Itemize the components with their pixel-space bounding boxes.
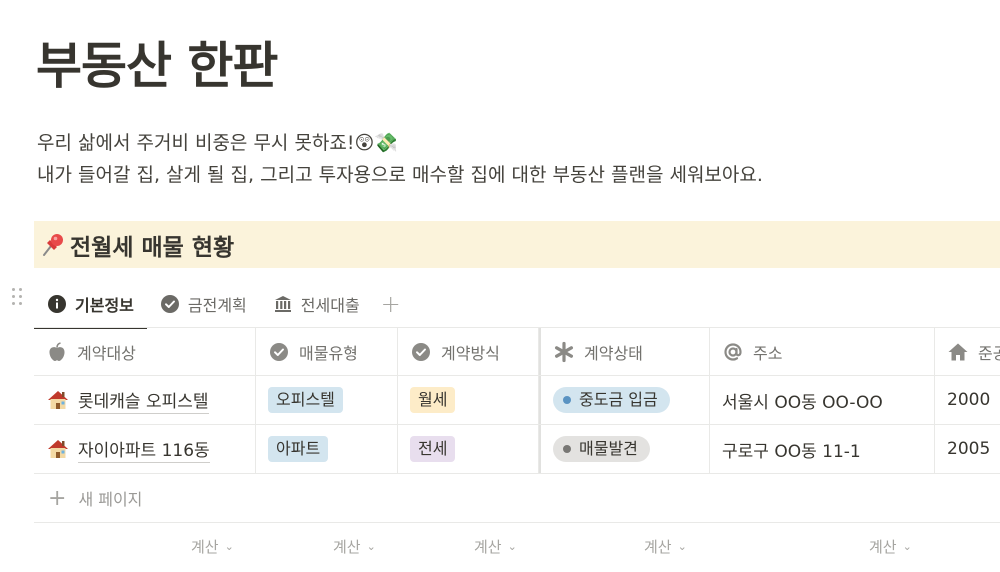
address-text: 서울시 OO동 OO-OO [722,392,883,413]
table-row[interactable]: 자이아파트 116동 아파트 전세 매물발견 구로구 OO동 11-1 2005 [34,424,1000,473]
column-label: 주소 [753,343,783,363]
chevron-down-icon: ⌄ [224,540,234,553]
plus-icon: + [48,485,67,511]
at-icon [722,341,744,363]
add-view-button[interactable]: + [373,280,409,328]
calc-target-button[interactable]: 계산 ⌄ [191,536,234,557]
calc-label: 계산 [644,538,672,556]
calc-type-button[interactable]: 계산 ⌄ [333,536,376,557]
row-title-cell[interactable]: 자이아파트 116동 [34,425,256,473]
tab-money-plan[interactable]: 금전계획 [147,280,260,328]
method-cell[interactable]: 전세 [398,425,539,473]
column-label: 계약상태 [584,343,643,363]
status-cell[interactable]: 매물발견 [539,425,710,473]
chevron-down-icon: ⌄ [677,540,687,553]
column-header-method[interactable]: 계약방식 [398,328,539,375]
column-label: 계약대상 [77,343,136,363]
status-badge: 중도금 입금 [553,387,670,413]
table-row[interactable]: 롯데캐슬 오피스텔 오피스텔 월세 중도금 입금 서울시 OO동 OO-OO 2… [34,375,1000,424]
house-icon [46,388,70,412]
drag-handle-icon[interactable] [12,288,26,310]
column-header-type[interactable]: 매물유형 [256,328,398,375]
column-header-status[interactable]: 계약상태 [539,328,710,375]
calc-status-button[interactable]: 계산 ⌄ [644,536,687,557]
tab-label: 기본정보 [75,296,134,315]
type-tag: 오피스텔 [268,387,343,413]
check-circle-icon [410,341,432,363]
home-icon [947,341,969,363]
column-header-target[interactable]: 계약대상 [34,328,256,375]
address-cell[interactable]: 서울시 OO동 OO-OO [710,376,935,424]
tab-label: 금전계획 [187,296,247,315]
house-icon [46,437,70,461]
tab-jeonse-loan[interactable]: 전세대출 [260,280,373,328]
calculation-row: 계산 ⌄ 계산 ⌄ 계산 ⌄ 계산 ⌄ 계산 ⌄ [34,522,1000,570]
status-badge: 매물발견 [553,436,650,462]
built-cell[interactable]: 2000 [935,376,1000,424]
tab-basic-info[interactable]: 기본정보 [34,280,147,329]
address-cell[interactable]: 구로구 OO동 11-1 [710,425,935,473]
calc-label: 계산 [191,538,219,556]
database-table: 계약대상 매물유형 계약방식 계약상태 주소 준 롯데캐슬 오피스텔 오피스텔 … [34,327,1000,570]
type-cell[interactable]: 오피스텔 [256,376,398,424]
new-page-button[interactable]: + 새 페이지 [34,473,1000,522]
intro-line-2: 내가 들어갈 집, 살게 될 집, 그리고 투자용으로 매수할 집에 대한 부동… [37,164,763,186]
calc-label: 계산 [474,538,502,556]
calc-address-button[interactable]: 계산 ⌄ [869,536,912,557]
page-title: 부동산 한판 [36,37,278,95]
chevron-down-icon: ⌄ [366,540,376,553]
column-label: 계약방식 [441,343,500,363]
address-text: 구로구 OO동 11-1 [722,441,861,462]
apple-icon [46,341,68,363]
built-text: 2005 [947,439,991,459]
view-tabs: 기본정보 금전계획 전세대출 + [34,280,409,329]
status-label: 중도금 입금 [579,390,658,409]
intro-text: 우리 삶에서 주거비 비중은 무시 못하죠!😲💸 내가 들어갈 집, 살게 될 … [37,127,763,191]
intro-line-1: 우리 삶에서 주거비 비중은 무시 못하죠!😲💸 [37,132,398,154]
built-text: 2000 [947,390,991,410]
tab-label: 전세대출 [300,296,360,315]
status-cell[interactable]: 중도금 입금 [539,376,710,424]
calc-label: 계산 [869,538,897,556]
column-label: 준공 [978,343,1000,363]
info-icon [47,294,67,314]
asterisk-icon [553,341,575,363]
new-page-label: 새 페이지 [78,490,143,509]
pushpin-icon [38,231,66,259]
column-header-address[interactable]: 주소 [710,328,935,375]
chevron-down-icon: ⌄ [507,540,517,553]
column-label: 매물유형 [299,343,358,363]
row-title: 자이아파트 116동 [78,436,210,463]
type-cell[interactable]: 아파트 [256,425,398,473]
method-cell[interactable]: 월세 [398,376,539,424]
column-header-built[interactable]: 준공 [935,328,1000,375]
type-tag: 아파트 [268,436,329,462]
bank-icon [273,294,293,314]
status-dot-icon [563,445,571,453]
check-circle-icon [268,341,290,363]
calc-method-button[interactable]: 계산 ⌄ [474,536,517,557]
callout: 전월세 매물 현황 [34,221,1000,268]
method-tag: 월세 [410,387,456,413]
status-label: 매물발견 [579,439,638,458]
row-title: 롯데캐슬 오피스텔 [78,387,209,414]
built-cell[interactable]: 2005 [935,425,1000,473]
section-heading: 전월세 매물 현황 [70,234,235,261]
table-header-row: 계약대상 매물유형 계약방식 계약상태 주소 준 [34,327,1000,375]
method-tag: 전세 [410,436,456,462]
status-dot-icon [563,396,571,404]
row-title-cell[interactable]: 롯데캐슬 오피스텔 [34,376,256,424]
chevron-down-icon: ⌄ [902,540,912,553]
calc-label: 계산 [333,538,361,556]
check-circle-icon [160,294,180,314]
